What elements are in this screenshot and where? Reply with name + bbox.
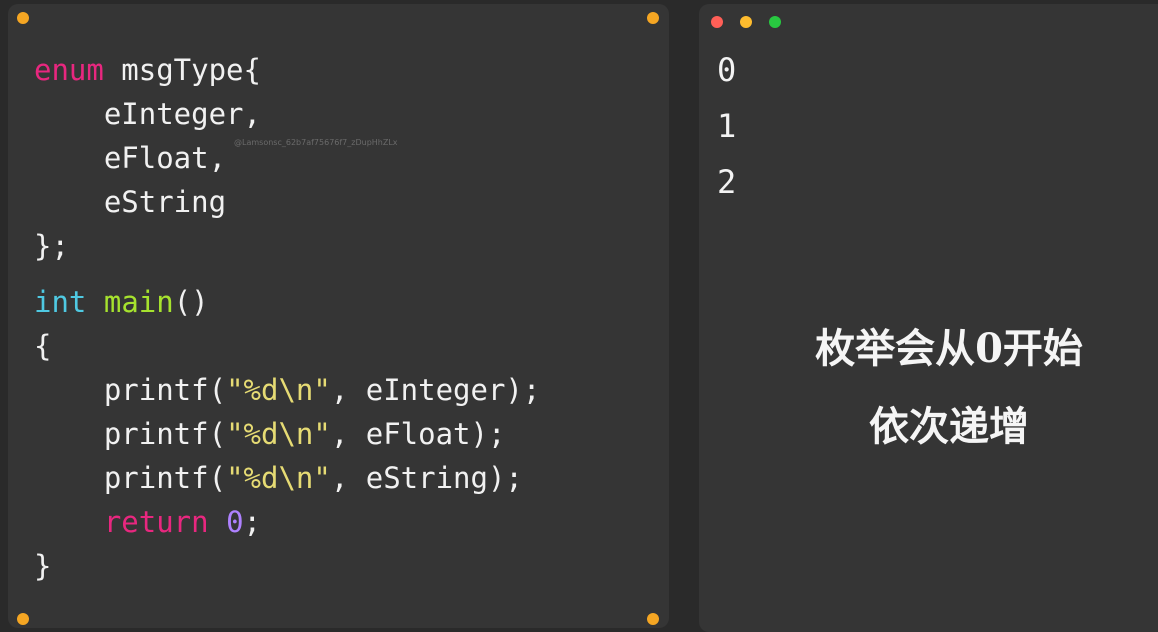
code-line: {: [34, 324, 51, 368]
terminal-panel: 0 1 2 枚举会从0开始 依次递增: [699, 4, 1158, 632]
code-token: "%d\n": [226, 461, 331, 495]
output-line: 2: [717, 163, 737, 201]
code-token: , eFloat);: [330, 417, 506, 451]
code-token: 0: [226, 505, 244, 539]
code-line: }: [34, 544, 51, 588]
code-line: int main(): [34, 280, 209, 324]
code-token: eString: [34, 185, 227, 219]
code-token: (): [173, 285, 209, 319]
code-token: , eInteger);: [330, 373, 541, 407]
code-line: printf("%d\n", eFloat);: [34, 412, 506, 456]
code-token: ;: [243, 505, 262, 539]
minimize-window-icon[interactable]: [740, 16, 752, 28]
caption-line-2: 依次递增: [869, 403, 1029, 450]
code-line: };: [34, 224, 69, 268]
caption-line-1: 枚举会从0开始: [815, 325, 1083, 372]
code-token: return: [103, 505, 209, 539]
code-line: eInteger,: [34, 92, 261, 136]
code-editor-panel: @Lamsonsc_62b7af75676f7_zDupHhZLx enum m…: [8, 4, 669, 628]
stage: @Lamsonsc_62b7af75676f7_zDupHhZLx enum m…: [0, 0, 1158, 632]
output-line: 0: [717, 51, 737, 89]
corner-dot-icon: [647, 12, 659, 24]
code-token: printf(: [34, 373, 227, 407]
code-token: }: [34, 549, 52, 583]
code-token: "%d\n": [226, 373, 331, 407]
code-token: printf(: [34, 417, 227, 451]
code-line: eString: [34, 180, 226, 224]
output-line: 1: [717, 107, 737, 145]
code-token: "%d\n": [226, 417, 331, 451]
corner-dot-icon: [17, 613, 29, 625]
code-token: enum: [34, 53, 104, 87]
corner-dot-icon: [17, 12, 29, 24]
code-token: printf(: [34, 461, 227, 495]
code-token: eInteger,: [34, 97, 261, 131]
code-token: int: [34, 285, 87, 319]
code-line: return 0;: [34, 500, 261, 544]
code-line: eFloat,: [34, 136, 226, 180]
code-token: eFloat,: [34, 141, 227, 175]
code-line: printf("%d\n", eString);: [34, 456, 523, 500]
watermark: @Lamsonsc_62b7af75676f7_zDupHhZLx: [234, 138, 398, 147]
code-token: };: [34, 229, 69, 263]
code-token: , eString);: [330, 461, 523, 495]
code-token: msgType{: [103, 53, 261, 87]
code-line: printf("%d\n", eInteger);: [34, 368, 541, 412]
code-token: {: [34, 329, 52, 363]
maximize-window-icon[interactable]: [769, 16, 781, 28]
corner-dot-icon: [647, 613, 659, 625]
code-line: enum msgType{: [34, 48, 261, 92]
code-token: main: [103, 285, 174, 319]
close-window-icon[interactable]: [711, 16, 723, 28]
